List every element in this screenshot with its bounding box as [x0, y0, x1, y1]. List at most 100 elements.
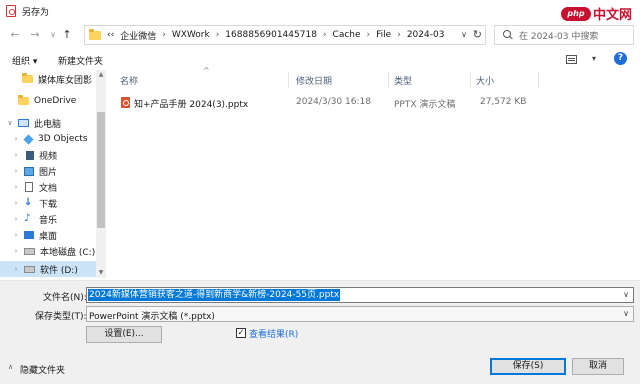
view-results-checkbox[interactable]: ✓: [236, 328, 246, 338]
chevron-down-icon[interactable]: ∨: [623, 290, 629, 299]
search-box[interactable]: 在 2024-03 中搜索: [494, 25, 634, 45]
breadcrumb-separator[interactable]: ›: [397, 30, 401, 40]
hide-folders-button[interactable]: 隐藏文件夹: [20, 363, 65, 376]
chevron-up-icon[interactable]: ∧: [8, 363, 13, 371]
address-bar[interactable]: ‹‹ 企业微信 › WXWork › 1688856901445718 › Ca…: [84, 25, 486, 45]
pptx-file-icon: [121, 97, 130, 108]
expand-chevron-icon[interactable]: ›: [12, 199, 20, 207]
save-button[interactable]: 保存(S): [490, 358, 566, 375]
pictures-icon: [24, 166, 34, 176]
expand-chevron-icon[interactable]: ›: [12, 215, 20, 223]
recent-locations-dropdown[interactable]: ∨: [46, 27, 60, 43]
folder-icon: [89, 28, 101, 40]
nav-item-videos[interactable]: › 视频: [0, 147, 96, 163]
back-button[interactable]: ←: [8, 27, 22, 43]
view-options-dropdown[interactable]: ▾: [592, 54, 596, 63]
nav-item-label: 3D Objects: [38, 134, 88, 144]
chevron-down-icon[interactable]: ∨: [623, 309, 629, 318]
address-row: ← → ∨ ↑ ‹‹ 企业微信 › WXWork › 1688856901445…: [0, 24, 640, 46]
expand-chevron-icon[interactable]: ›: [12, 135, 20, 143]
nav-item-label: 此电脑: [34, 119, 62, 130]
collapse-chevron-icon[interactable]: ∨: [6, 119, 14, 127]
nav-item-desktop[interactable]: › 桌面: [0, 227, 96, 243]
organize-menu[interactable]: 组织 ▾: [12, 54, 37, 67]
nav-item-downloads[interactable]: › ↓ 下载: [0, 195, 96, 211]
column-divider[interactable]: [388, 72, 389, 88]
nav-item-label: 媒体库女团影: [38, 75, 93, 86]
nav-item-music[interactable]: › ♪ 音乐: [0, 211, 96, 227]
nav-item-software-d[interactable]: › 软件 (D:): [0, 261, 96, 277]
nav-item-local-disk-c[interactable]: › 本地磁盘 (C:): [0, 243, 96, 259]
nav-item-label: OneDrive: [34, 96, 77, 106]
help-icon[interactable]: ?: [614, 52, 627, 65]
breadcrumb-wecom[interactable]: 企业微信: [120, 29, 156, 42]
nav-item-label: 本地磁盘 (C:): [40, 247, 96, 258]
scroll-down-icon[interactable]: ▼: [96, 268, 106, 278]
nav-item-onedrive[interactable]: OneDrive: [0, 93, 96, 109]
expand-chevron-icon[interactable]: ›: [12, 231, 20, 239]
drive-icon: [24, 265, 35, 273]
nav-item-pictures[interactable]: › 图片: [0, 163, 96, 179]
expand-chevron-icon[interactable]: ›: [12, 151, 20, 159]
column-header-type[interactable]: 类型: [394, 74, 412, 87]
nav-item-label: 图片: [39, 167, 58, 178]
expand-chevron-icon[interactable]: ›: [12, 265, 20, 273]
column-divider[interactable]: [470, 72, 471, 88]
desktop-icon: [24, 231, 34, 239]
breadcrumb-file[interactable]: File: [376, 30, 391, 40]
nav-item-documents[interactable]: › 文档: [0, 179, 96, 195]
new-folder-button[interactable]: 新建文件夹: [58, 54, 103, 67]
file-size: 27,572 KB: [480, 97, 527, 107]
filetype-select[interactable]: PowerPoint 演示文稿 (*.pptx) ∨: [86, 306, 634, 322]
refresh-button[interactable]: ↻: [473, 28, 482, 41]
breadcrumb-separator[interactable]: ›: [367, 30, 371, 40]
file-name: 知+产品手册 2024(3).pptx: [134, 100, 249, 110]
breadcrumb-wxwork[interactable]: WXWork: [172, 30, 210, 40]
nav-item-label: 桌面: [39, 231, 58, 242]
breadcrumb-current[interactable]: 2024-03: [407, 30, 445, 40]
filetype-value: PowerPoint 演示文稿 (*.pptx): [89, 312, 215, 322]
view-results-label[interactable]: 查看结果(R): [249, 327, 298, 340]
breadcrumb-overflow[interactable]: ‹‹: [107, 30, 114, 40]
scroll-up-icon[interactable]: ▲: [96, 70, 106, 80]
watermark-text: 中文网: [592, 8, 632, 23]
file-modified: 2024/3/30 16:18: [296, 97, 371, 107]
nav-item-3d-objects[interactable]: › 3D Objects: [0, 131, 96, 147]
breadcrumb-id[interactable]: 1688856901445718: [225, 30, 317, 40]
column-header-size[interactable]: 大小: [476, 74, 494, 87]
watermark-logo: php: [560, 6, 591, 21]
file-row[interactable]: 知+产品手册 2024(3).pptx 2024/3/30 16:18 PPTX…: [110, 94, 630, 110]
file-list: ^ 名称 修改日期 类型 大小 知+产品手册 2024(3).pptx 2024…: [110, 66, 640, 278]
address-dropdown-button[interactable]: ∨: [461, 30, 467, 39]
expand-chevron-icon[interactable]: ›: [12, 167, 20, 175]
filename-value[interactable]: 2024新媒体营销获客之道-得到新商学&新榜-2024-55页.pptx: [88, 289, 341, 301]
filename-label: 文件名(N):: [43, 293, 87, 303]
breadcrumb-separator[interactable]: ›: [162, 30, 166, 40]
up-button[interactable]: ↑: [60, 27, 74, 43]
settings-button[interactable]: 设置(E)...: [86, 326, 162, 343]
filename-input[interactable]: 2024新媒体营销获客之道-得到新商学&新榜-2024-55页.pptx ∨: [86, 287, 634, 303]
music-icon: ♪: [24, 213, 31, 224]
column-header-modified[interactable]: 修改日期: [296, 74, 332, 87]
expand-chevron-icon[interactable]: ›: [12, 247, 20, 255]
nav-item-label: 文档: [39, 183, 58, 194]
expand-chevron-icon[interactable]: ›: [12, 183, 20, 191]
nav-item-label: 软件 (D:): [40, 265, 78, 276]
pc-icon: [18, 119, 29, 127]
column-header-name[interactable]: 名称: [120, 74, 138, 87]
file-type: PPTX 演示文稿: [394, 100, 456, 110]
column-divider[interactable]: [288, 72, 289, 88]
search-placeholder: 在 2024-03 中搜索: [519, 31, 599, 42]
toolbar: 组织 ▾ 新建文件夹: [0, 50, 640, 70]
breadcrumb-separator[interactable]: ›: [216, 30, 220, 40]
nav-item-media-folder[interactable]: 媒体库女团影 📌: [0, 71, 104, 87]
breadcrumb-cache[interactable]: Cache: [333, 30, 361, 40]
nav-item-this-pc[interactable]: ∨ 此电脑: [0, 115, 96, 131]
breadcrumb-separator[interactable]: ›: [323, 30, 327, 40]
change-view-icon[interactable]: [566, 55, 577, 64]
cancel-button[interactable]: 取消: [572, 358, 624, 375]
forward-button[interactable]: →: [28, 27, 42, 43]
nav-scrollbar-thumb[interactable]: [97, 112, 105, 228]
download-icon: ↓: [24, 197, 33, 208]
column-divider[interactable]: [538, 72, 539, 88]
